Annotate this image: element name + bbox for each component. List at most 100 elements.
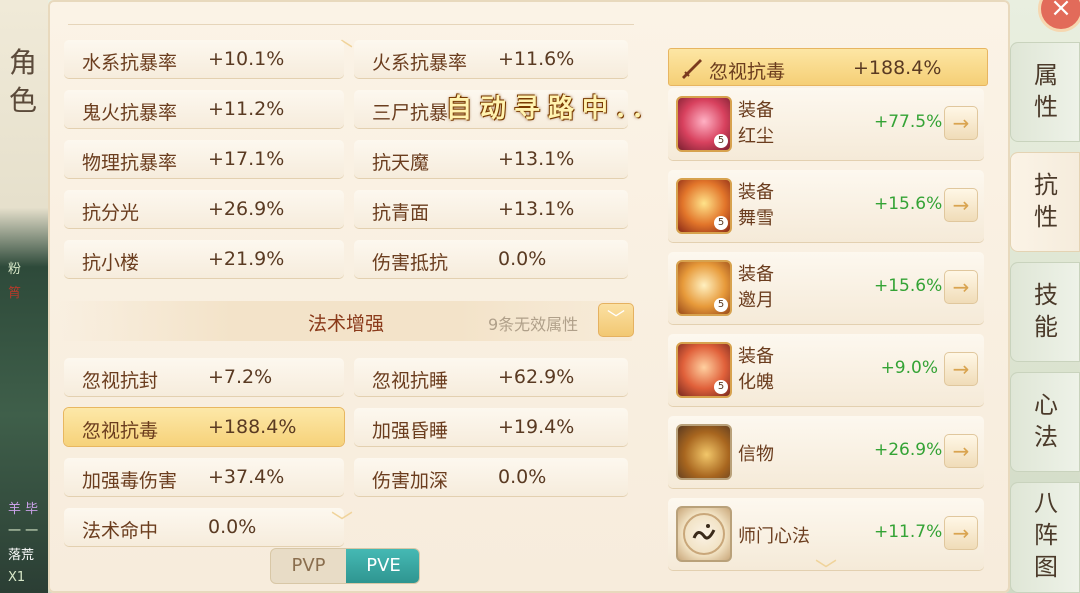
arrow-right-icon: → [952, 275, 970, 299]
arrow-right-icon: → [952, 111, 970, 135]
tab-label: 属性 [1034, 61, 1058, 121]
stat-label: 忽视抗封 [82, 370, 159, 392]
source-value: +15.6% [874, 194, 943, 214]
stat-value: +11.6% [498, 48, 575, 70]
item-level: 5 [714, 216, 728, 230]
stat-row[interactable]: 加强昏睡 +19.4% [354, 408, 628, 446]
stat-row[interactable]: 加强毒伤害 +37.4% [64, 458, 344, 496]
stat-label: 抗青面 [372, 202, 430, 224]
equipment-icon: 5 [676, 178, 732, 234]
expand-dropdown-button[interactable]: ﹀ [598, 303, 634, 337]
source-card: 5 装备 红尘 +77.5% → [668, 88, 984, 160]
source-value: +77.5% [874, 112, 943, 132]
background-text: 粉 [8, 262, 22, 277]
pvp-pve-toggle[interactable]: PVP PVE [270, 548, 420, 584]
stat-row: 水系抗暴率 +10.1% [64, 40, 344, 78]
tab-attributes[interactable]: 属性 [1010, 42, 1080, 142]
stat-label: 法术命中 [82, 520, 159, 542]
equipment-icon: 5 [676, 260, 732, 316]
stat-value: +62.9% [498, 366, 575, 388]
goto-button[interactable]: → [944, 434, 978, 468]
stat-label: 三尸抗暴 [372, 102, 449, 124]
stat-value: +13.1% [498, 198, 575, 220]
goto-button[interactable]: → [944, 270, 978, 304]
goto-button[interactable]: → [944, 106, 978, 140]
stat-row: 鬼火抗暴率 +11.2% [64, 90, 344, 128]
goto-button[interactable]: → [944, 352, 978, 386]
arrow-right-icon: → [952, 521, 970, 545]
side-tabs: 属性 抗性 技能 心法 八阵图 [1010, 42, 1080, 593]
background-text: 一 一 [8, 524, 39, 539]
stat-label: 火系抗暴率 [372, 52, 468, 74]
stat-row[interactable]: 法术命中 0.0% [64, 508, 344, 546]
stat-row: 抗小楼 +21.9% [64, 240, 344, 278]
item-level: 5 [714, 134, 728, 148]
tab-label: 抗性 [1034, 171, 1058, 231]
stat-value: +188.4% [208, 416, 297, 438]
source-type: 装备 [738, 182, 774, 203]
stat-label: 加强毒伤害 [82, 470, 178, 492]
goto-button[interactable]: → [944, 188, 978, 222]
source-type: 师门心法 [738, 526, 810, 547]
source-name: 舞雪 [738, 208, 774, 229]
tab-skills[interactable]: 技能 [1010, 262, 1080, 362]
tab-label: 技能 [1034, 281, 1058, 341]
stat-value: +13.1% [498, 148, 575, 170]
source-value: +9.0% [880, 358, 938, 378]
source-value: +11.7% [874, 522, 943, 542]
background-text: 筲 [8, 286, 22, 301]
section-subtitle: 9条无效属性 [488, 315, 579, 334]
stat-value: +10.1% [208, 48, 285, 70]
equipment-icon: 5 [676, 342, 732, 398]
pve-option[interactable]: PVE [346, 549, 419, 583]
stat-label: 抗天魔 [372, 152, 430, 174]
window-title-text: 角色 [8, 46, 37, 117]
source-type: 装备 [738, 264, 774, 285]
stat-label: 水系抗暴率 [82, 52, 178, 74]
source-card: 信物 +26.9% → [668, 416, 984, 488]
stat-value: 0.0% [498, 248, 547, 270]
close-button[interactable]: × [1038, 0, 1080, 32]
stat-label: 加强昏睡 [372, 420, 449, 442]
chevron-down-icon: ﹀ [607, 309, 625, 330]
stat-value: 0.0% [498, 466, 547, 488]
section-title: 法术增强 [308, 313, 385, 335]
background-text: 羊 毕 [8, 502, 39, 517]
stat-value: +26.9% [208, 198, 285, 220]
tab-formation[interactable]: 八阵图 [1010, 482, 1080, 593]
stat-value: +19.4% [498, 416, 575, 438]
tab-label: 八阵图 [1034, 489, 1058, 581]
source-type: 装备 [738, 100, 774, 121]
item-level: 5 [714, 298, 728, 312]
heart-method-icon [676, 506, 732, 562]
stat-row: 抗分光 +26.9% [64, 190, 344, 228]
stat-row-selected[interactable]: 忽视抗毒 +188.4% [64, 408, 344, 446]
stat-row: 忽视抗睡 +62.9% [354, 358, 628, 396]
stat-value: +17.1% [208, 148, 285, 170]
pvp-option[interactable]: PVP [271, 549, 346, 583]
scroll-down-icon[interactable]: ﹀ [324, 513, 360, 535]
background-text: 落荒 [8, 548, 35, 563]
stat-row[interactable]: 伤害加深 0.0% [354, 458, 628, 496]
source-type: 装备 [738, 346, 774, 367]
arrow-right-icon: → [952, 357, 970, 381]
tab-resistance[interactable]: 抗性 [1010, 152, 1080, 252]
breakdown-panel: 忽视抗毒 +188.4% ︿ 5 装备 红尘 +77.5% → 5 装备 舞雪 … [668, 48, 988, 588]
close-icon: × [1050, 0, 1072, 23]
item-level: 5 [714, 380, 728, 394]
stat-row: 伤害抵抗 0.0% [354, 240, 628, 278]
breakdown-total: +188.4% [853, 57, 942, 79]
source-name: 化魄 [738, 372, 774, 393]
stat-row: 忽视抗封 +7.2% [64, 358, 344, 396]
stat-value: +21.9% [208, 248, 285, 270]
arrow-right-icon: → [952, 439, 970, 463]
stat-label: 伤害抵抗 [372, 252, 449, 274]
tab-heart-method[interactable]: 心法 [1010, 372, 1080, 472]
stat-label: 伤害加深 [372, 470, 449, 492]
goto-button[interactable]: → [944, 516, 978, 550]
scroll-down-icon[interactable]: ﹀ [808, 561, 844, 583]
source-name: 邀月 [738, 290, 774, 311]
background-text: X1 [8, 570, 26, 585]
arrow-right-icon: → [952, 193, 970, 217]
stat-row: 物理抗暴率 +17.1% [64, 140, 344, 178]
